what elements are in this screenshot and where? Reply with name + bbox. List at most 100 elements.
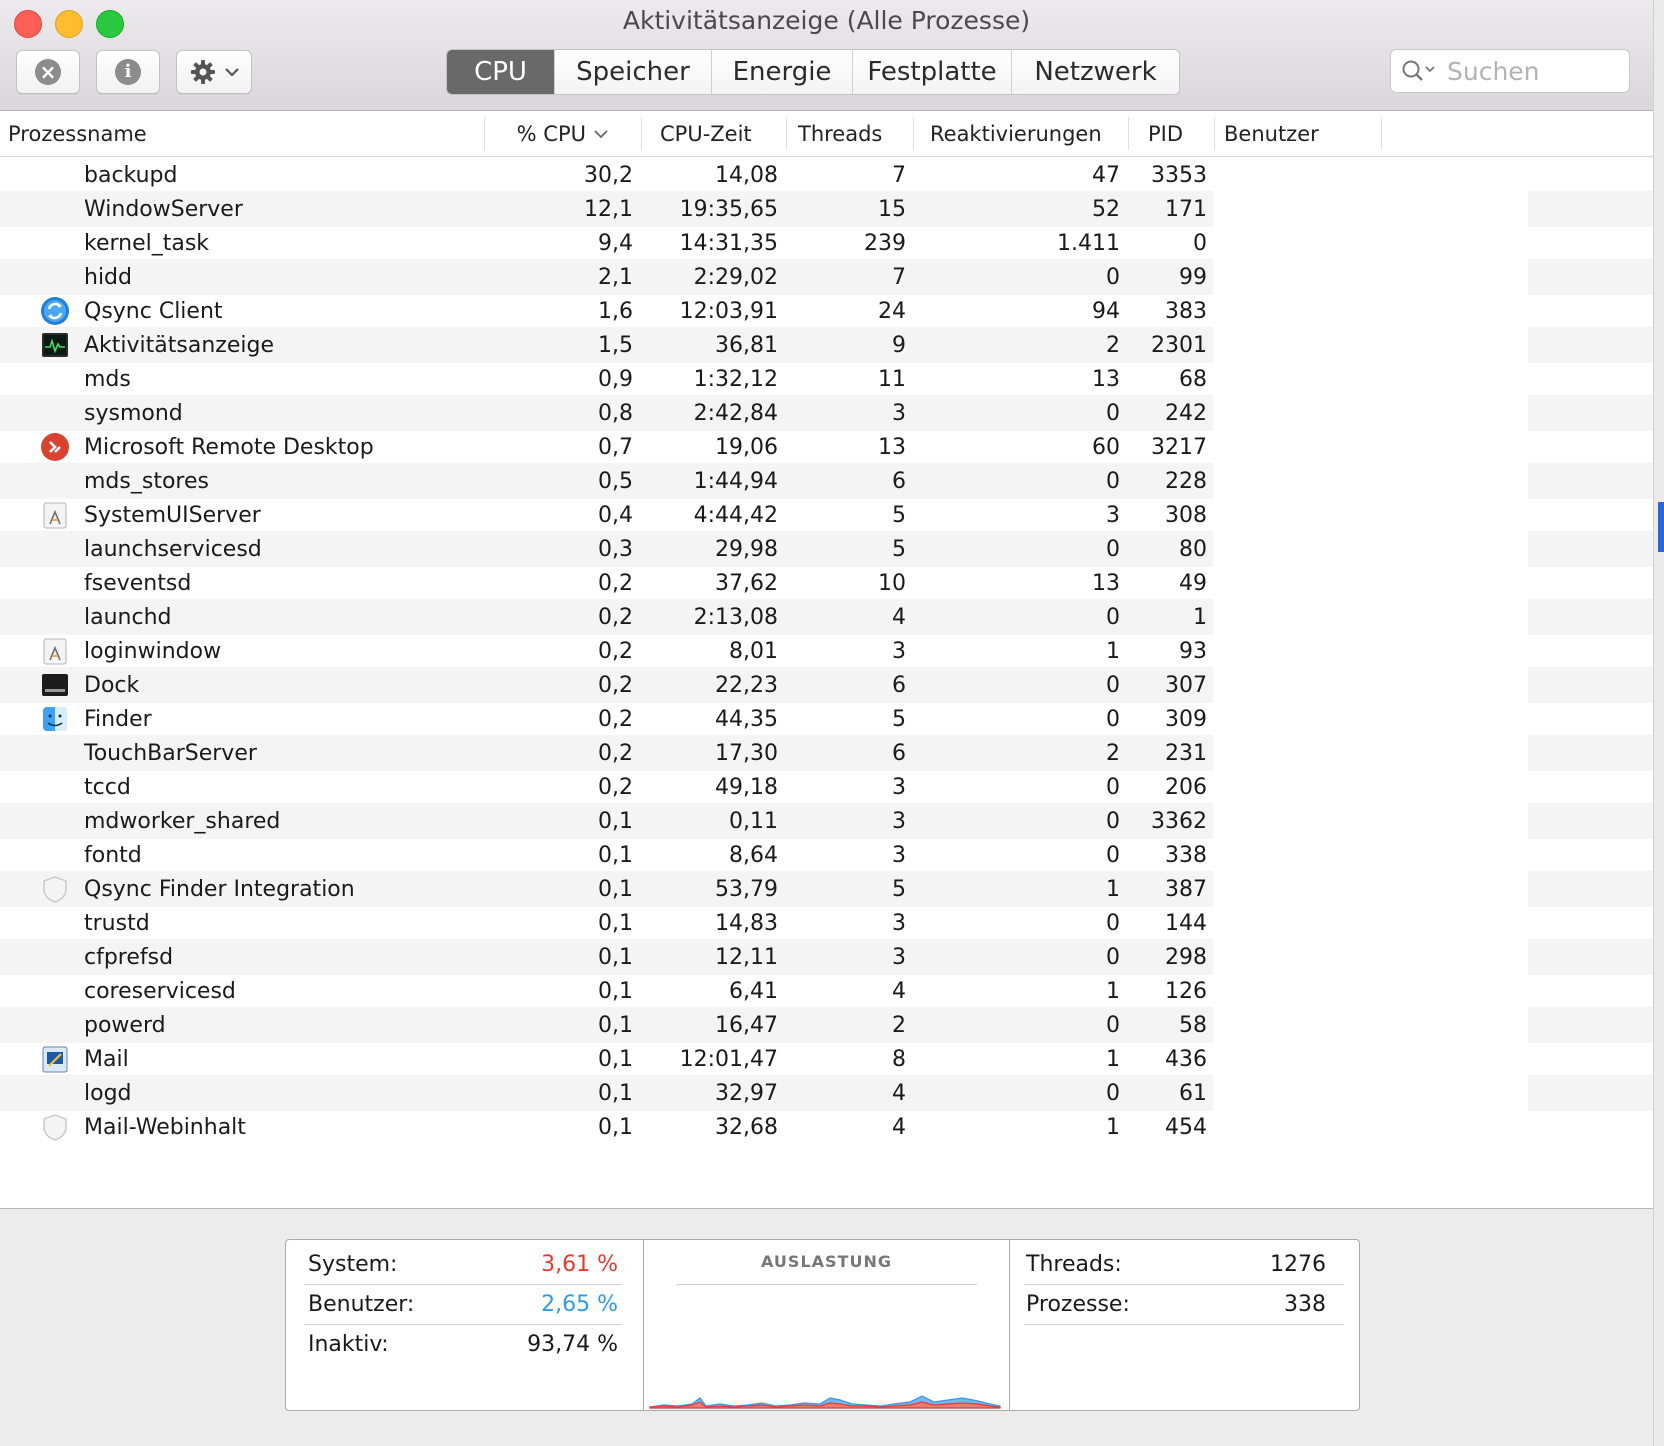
stop-process-button[interactable]: × (16, 50, 80, 94)
table-row[interactable]: coreservicesd 0,1 6,41 4 1 126 (0, 973, 1653, 1009)
wakeup-count: 60 (1092, 434, 1120, 460)
col-header-wakeups[interactable]: Reaktivierungen (930, 111, 1102, 156)
table-row[interactable]: Aktivitätsanzeige 1,5 36,81 9 2 2301 (0, 327, 1653, 363)
process-id: 171 (1165, 196, 1207, 222)
process-name: hidd (84, 264, 132, 290)
table-row[interactable]: TouchBarServer 0,2 17,30 6 2 231 (0, 735, 1653, 771)
cpu-percent: 30,2 (584, 162, 633, 188)
tab-network[interactable]: Netzwerk (1011, 50, 1179, 94)
cpu-time: 12,11 (715, 944, 778, 970)
table-row[interactable]: fontd 0,1 8,64 3 0 338 (0, 837, 1653, 873)
thread-count: 3 (892, 774, 906, 800)
table-row[interactable]: Qsync Client 1,6 12:03,91 24 94 383 (0, 293, 1653, 329)
table-row[interactable]: mds_stores 0,5 1:44,94 6 0 228 (0, 463, 1653, 499)
cpu-percent: 0,2 (598, 706, 633, 732)
table-row[interactable]: launchd 0,2 2:13,08 4 0 1 (0, 599, 1653, 635)
wakeup-count: 2 (1106, 740, 1120, 766)
table-row[interactable]: Mail 0,1 12:01,47 8 1 436 (0, 1041, 1653, 1077)
cpu-time: 19:35,65 (679, 196, 778, 222)
wakeup-count: 0 (1106, 672, 1120, 698)
table-row[interactable]: kernel_task 9,4 14:31,35 239 1.411 0 (0, 225, 1653, 261)
process-id: 387 (1165, 876, 1207, 902)
tab-disk[interactable]: Festplatte (852, 50, 1011, 94)
cpu-percent: 0,2 (598, 774, 633, 800)
table-row[interactable]: trustd 0,1 14,83 3 0 144 (0, 905, 1653, 941)
process-id: 228 (1165, 468, 1207, 494)
thread-count: 8 (892, 1046, 906, 1072)
table-row[interactable]: powerd 0,1 16,47 2 0 58 (0, 1007, 1653, 1043)
thread-count: 15 (878, 196, 906, 222)
table-row[interactable]: fseventsd 0,2 37,62 10 13 49 (0, 565, 1653, 601)
process-name: mds (84, 366, 131, 392)
wakeup-count: 0 (1106, 706, 1120, 732)
table-row[interactable]: tccd 0,2 49,18 3 0 206 (0, 769, 1653, 805)
table-row[interactable]: WindowServer 12,1 19:35,65 15 52 171 (0, 191, 1653, 227)
table-row[interactable]: Finder 0,2 44,35 5 0 309 (0, 701, 1653, 737)
chevron-down-icon (225, 68, 239, 77)
cpu-percent: 0,1 (598, 1114, 633, 1140)
table-row[interactable]: mdworker_shared 0,1 0,11 3 0 3362 (0, 803, 1653, 839)
process-id: 436 (1165, 1046, 1207, 1072)
col-header-cputime[interactable]: CPU-Zeit (660, 111, 752, 156)
wakeup-count: 0 (1106, 910, 1120, 936)
view-tabs: CPU Speicher Energie Festplatte Netzwerk (446, 49, 1180, 95)
process-name: fseventsd (84, 570, 192, 596)
process-id: 231 (1165, 740, 1207, 766)
process-id: 307 (1165, 672, 1207, 698)
table-row[interactable]: logd 0,1 32,97 4 0 61 (0, 1075, 1653, 1111)
table-row[interactable]: sysmond 0,8 2:42,84 3 0 242 (0, 395, 1653, 431)
process-table: backupd 30,2 14,08 7 47 3353 WindowServer 12,1 1… (0, 157, 1653, 1208)
wakeup-count: 0 (1106, 944, 1120, 970)
window-title: Aktivitätsanzeige (Alle Prozesse) (622, 6, 1031, 35)
process-id: 126 (1165, 978, 1207, 1004)
process-id: 1 (1193, 604, 1207, 630)
process-name: Mail-Webinhalt (84, 1114, 246, 1140)
table-row[interactable]: SystemUIServer 0,4 4:44,42 5 3 308 (0, 497, 1653, 533)
activity-monitor-icon (40, 330, 70, 360)
search-field[interactable]: Suchen (1390, 49, 1630, 93)
process-name: cfprefsd (84, 944, 174, 970)
table-row[interactable]: loginwindow 0,2 8,01 3 1 93 (0, 633, 1653, 669)
thread-count: 11 (878, 366, 906, 392)
table-row[interactable]: cfprefsd 0,1 12,11 3 0 298 (0, 939, 1653, 975)
cpu-time: 1:44,94 (693, 468, 778, 494)
wakeup-count: 1 (1106, 1114, 1120, 1140)
table-row[interactable]: mds 0,9 1:32,12 11 13 68 (0, 361, 1653, 397)
thread-count: 4 (892, 978, 906, 1004)
cpu-percent: 0,3 (598, 536, 633, 562)
table-row[interactable]: backupd 30,2 14,08 7 47 3353 (0, 157, 1653, 193)
process-name: Finder (84, 706, 152, 732)
process-name: mdworker_shared (84, 808, 281, 834)
table-row[interactable]: Mail-Webinhalt 0,1 32,68 4 1 454 (0, 1109, 1653, 1145)
col-header-name[interactable]: Prozessname (8, 111, 147, 156)
generic-app-icon (40, 636, 70, 666)
wakeup-count: 47 (1092, 162, 1120, 188)
table-row[interactable]: Microsoft Remote Desktop 0,7 19,06 13 60 3217 (0, 429, 1653, 465)
table-row[interactable]: hidd 2,1 2:29,02 7 0 99 (0, 259, 1653, 295)
thread-count: 3 (892, 944, 906, 970)
table-row[interactable]: Qsync Finder Integration 0,1 53,79 5 1 387 (0, 871, 1653, 907)
process-name: Mail (84, 1046, 129, 1072)
cpu-percent: 0,5 (598, 468, 633, 494)
tab-cpu[interactable]: CPU (447, 50, 554, 94)
idle-stat: Inaktiv: 93,74 % (308, 1324, 618, 1364)
system-stat: System: 3,61 % (308, 1244, 618, 1284)
col-header-cpu[interactable]: % CPU (490, 111, 610, 156)
table-row[interactable]: launchservicesd 0,3 29,98 5 0 80 (0, 531, 1653, 567)
wakeup-count: 0 (1106, 1080, 1120, 1106)
col-header-threads[interactable]: Threads (798, 111, 882, 156)
process-id: 68 (1179, 366, 1207, 392)
wakeup-count: 94 (1092, 298, 1120, 324)
col-header-user[interactable]: Benutzer (1224, 111, 1319, 156)
tab-energy[interactable]: Energie (711, 50, 852, 94)
inspect-process-button[interactable]: i (96, 50, 160, 94)
tab-memory[interactable]: Speicher (554, 50, 711, 94)
process-name: launchd (84, 604, 172, 630)
process-name: Qsync Finder Integration (84, 876, 355, 902)
table-row[interactable]: Dock 0,2 22,23 6 0 307 (0, 667, 1653, 703)
col-header-pid[interactable]: PID (1148, 111, 1183, 156)
process-name: sysmond (84, 400, 183, 426)
process-name: launchservicesd (84, 536, 262, 562)
cpu-percent: 0,9 (598, 366, 633, 392)
action-menu-button[interactable] (176, 50, 252, 94)
